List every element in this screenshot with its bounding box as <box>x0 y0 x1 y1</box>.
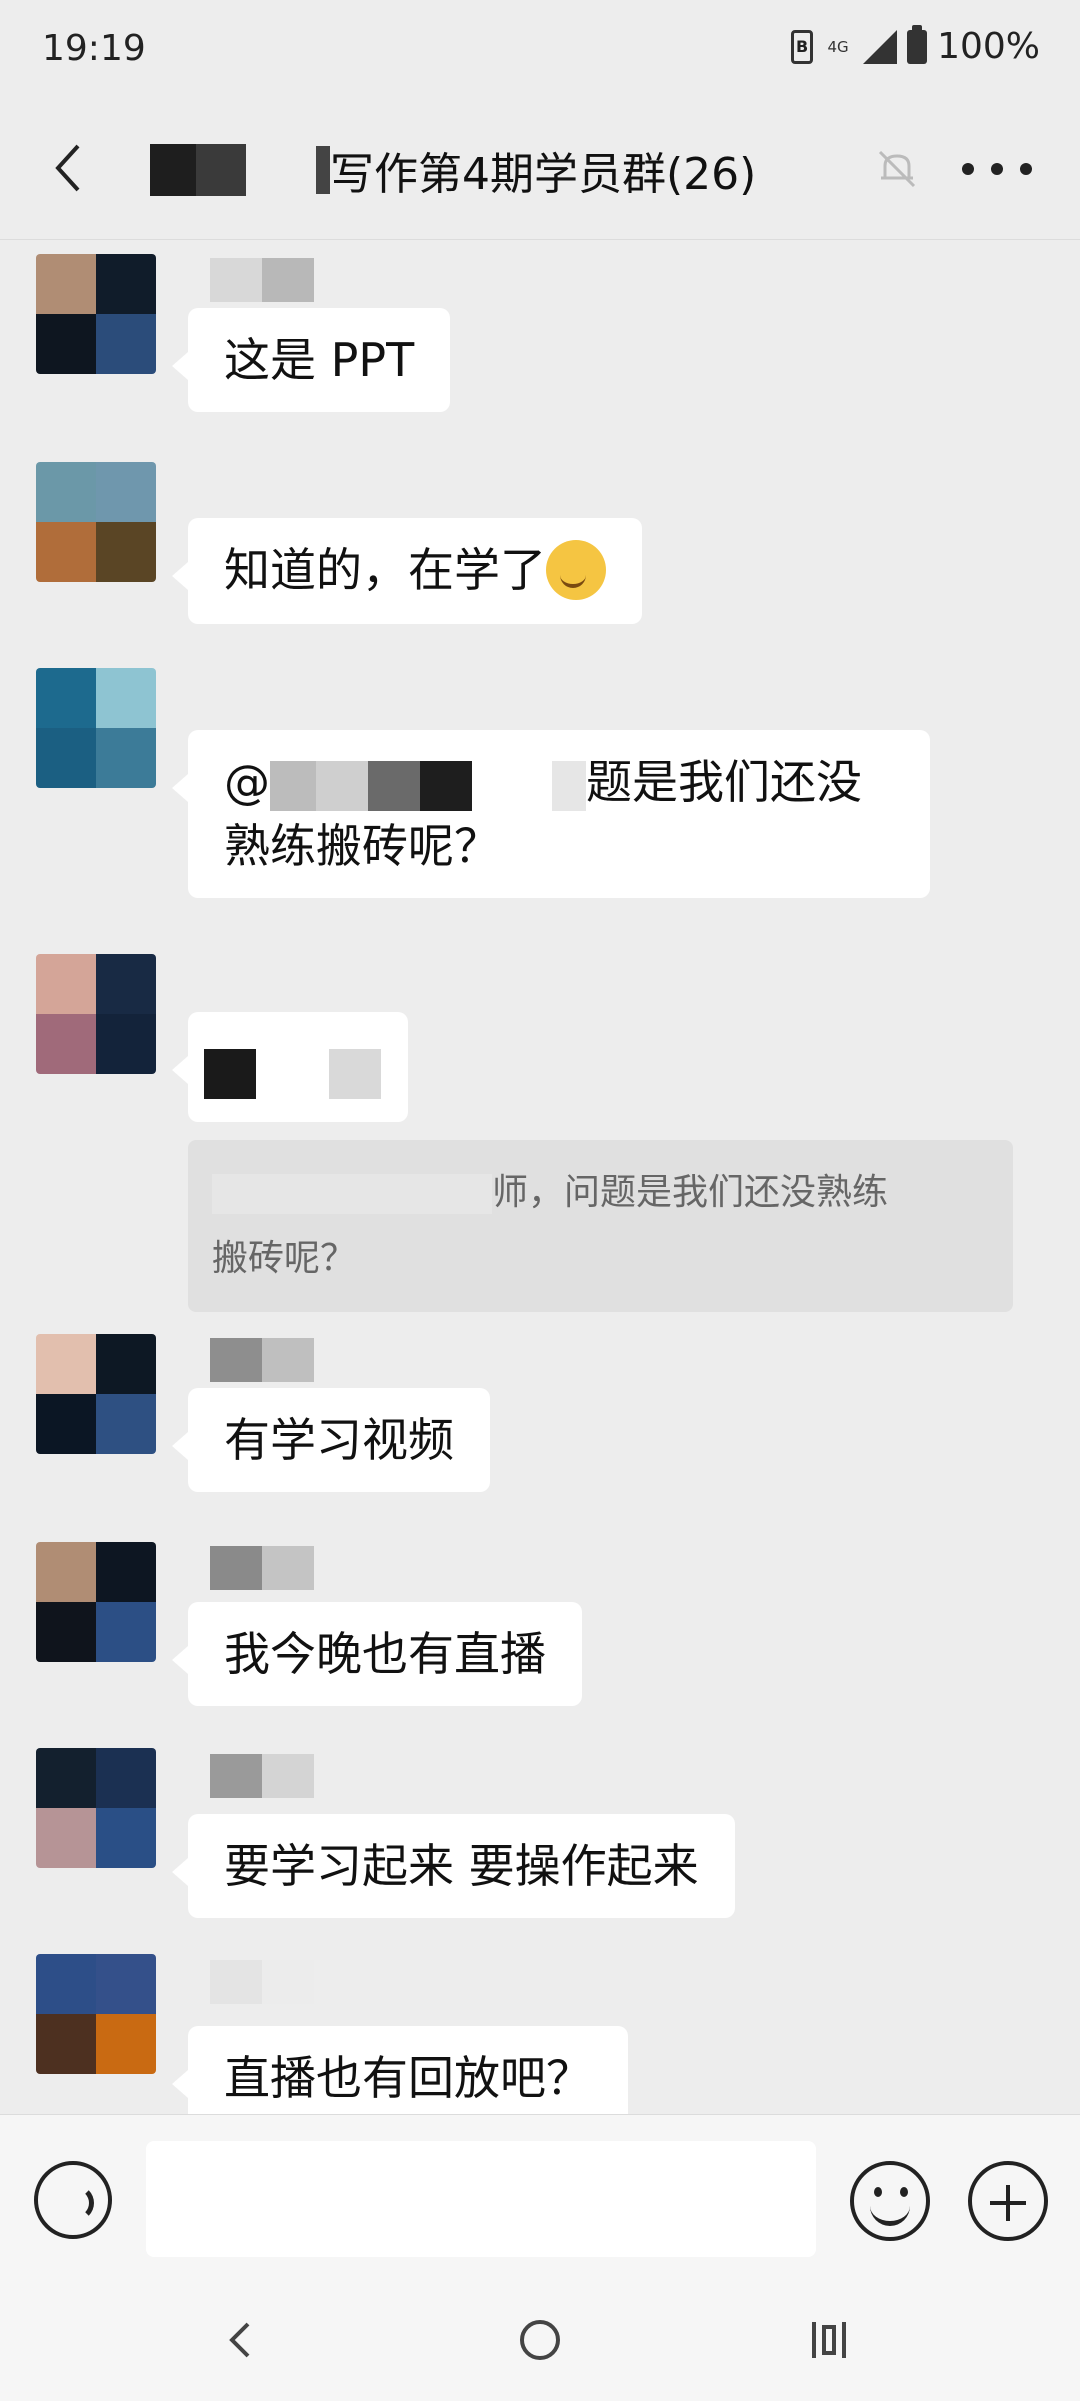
status-icons: B 4G 100% <box>791 24 1040 67</box>
chat-title: 写作第4期学员群(26) <box>330 149 757 200</box>
status-time: 19:19 <box>42 28 146 69</box>
plus-icon[interactable] <box>968 2161 1048 2241</box>
quoted-message[interactable]: 师，问题是我们还没熟练 搬砖呢？ <box>188 1140 1013 1312</box>
sender-name <box>210 1338 314 1382</box>
system-nav-bar <box>0 2284 1080 2401</box>
avatar[interactable] <box>36 1748 156 1868</box>
voice-input-icon[interactable] <box>34 2161 112 2239</box>
message-bubble[interactable] <box>172 1012 408 1122</box>
avatar[interactable] <box>36 954 156 1074</box>
sender-name <box>210 1960 314 2004</box>
more-options-icon[interactable] <box>962 144 1032 194</box>
nav-home-icon[interactable] <box>520 2320 560 2360</box>
redacted-block <box>316 146 330 194</box>
message-bubble[interactable]: 直播也有回放吧？ <box>172 2026 628 2114</box>
status-bar: 19:19 B 4G 100% <box>0 0 1080 100</box>
thinking-face-icon <box>546 539 606 600</box>
bar <box>842 2322 846 2358</box>
avatar[interactable] <box>36 254 156 374</box>
message-bubble[interactable]: @ 题是我们还没 熟练搬砖呢？ <box>172 730 930 898</box>
sender-name <box>210 258 314 302</box>
dot <box>1020 163 1032 175</box>
redacted-block <box>150 144 196 196</box>
message-bubble[interactable]: 我今晚也有直播 <box>172 1602 582 1706</box>
mute-bell-icon <box>878 150 916 188</box>
avatar[interactable] <box>36 462 156 582</box>
battery-icon <box>907 24 928 64</box>
message-bubble[interactable]: 有学习视频 <box>172 1388 490 1492</box>
redacted-block <box>420 760 472 811</box>
avatar[interactable] <box>36 1334 156 1454</box>
chat-title-area[interactable]: 写作第4期学员群(26) <box>150 140 756 200</box>
dot <box>962 163 974 175</box>
input-bar <box>0 2114 1080 2284</box>
network-label: 4G <box>827 37 849 56</box>
emoji-icon[interactable] <box>850 2161 930 2241</box>
message-input[interactable] <box>146 2141 816 2257</box>
redacted-block <box>270 1048 315 1099</box>
chat-message: 我今晚也有直播 <box>0 1530 1080 1730</box>
quote-line: 师，问题是我们还没熟练 <box>212 1160 989 1226</box>
chat-message: 师，问题是我们还没熟练 搬砖呢？ <box>0 940 1080 1312</box>
chat-header: 写作第4期学员群(26) <box>0 100 1080 240</box>
message-bubble[interactable]: 要学习起来 要操作起来 <box>172 1814 735 1918</box>
redacted-block <box>552 760 586 811</box>
quote-line: 搬砖呢？ <box>212 1238 357 1279</box>
quote-text: 师，问题是我们还没熟练 <box>492 1172 889 1213</box>
bar <box>812 2322 816 2358</box>
redacted-block <box>329 1048 382 1099</box>
message-line: @ 题是我们还没 <box>224 750 894 814</box>
bar <box>822 2325 836 2355</box>
redacted-block <box>316 760 368 811</box>
redacted-block <box>368 760 420 811</box>
chat-message: 这是 PPT <box>0 240 1080 440</box>
redacted-block <box>472 760 552 811</box>
redacted-block <box>270 760 316 811</box>
message-text: 题是我们还没 <box>586 755 862 809</box>
chat-message: 知道的，在学了 <box>0 450 1080 650</box>
message-text: 知道的，在学了 <box>224 543 546 597</box>
nav-recent-apps-icon[interactable] <box>812 2322 858 2358</box>
avatar[interactable] <box>36 1542 156 1662</box>
dot <box>991 163 1003 175</box>
mention-at: @ <box>224 755 270 809</box>
message-bubble[interactable]: 这是 PPT <box>171 308 451 412</box>
avatar[interactable] <box>36 668 156 788</box>
message-bubble[interactable]: 知道的，在学了 <box>172 518 642 624</box>
message-line: 熟练搬砖呢？ <box>224 819 500 873</box>
chat-message: @ 题是我们还没 熟练搬砖呢？ <box>0 660 1080 930</box>
redacted-block <box>204 1048 256 1099</box>
signal-icon <box>863 29 898 64</box>
avatar[interactable] <box>36 1954 156 2074</box>
nav-back-icon[interactable] <box>222 2320 262 2360</box>
back-arrow-icon[interactable] <box>44 138 104 198</box>
chat-message: 直播也有回放吧？ <box>0 1950 1080 2114</box>
chat-message: 有学习视频 <box>0 1320 1080 1520</box>
sender-name <box>210 1754 314 1798</box>
redacted-block <box>212 1174 492 1214</box>
sim-icon: B <box>791 29 814 64</box>
chat-message: 要学习起来 要操作起来 <box>0 1740 1080 1940</box>
sender-name <box>210 1546 314 1590</box>
battery-percent: 100% <box>937 26 1040 67</box>
redacted-block <box>196 144 246 196</box>
